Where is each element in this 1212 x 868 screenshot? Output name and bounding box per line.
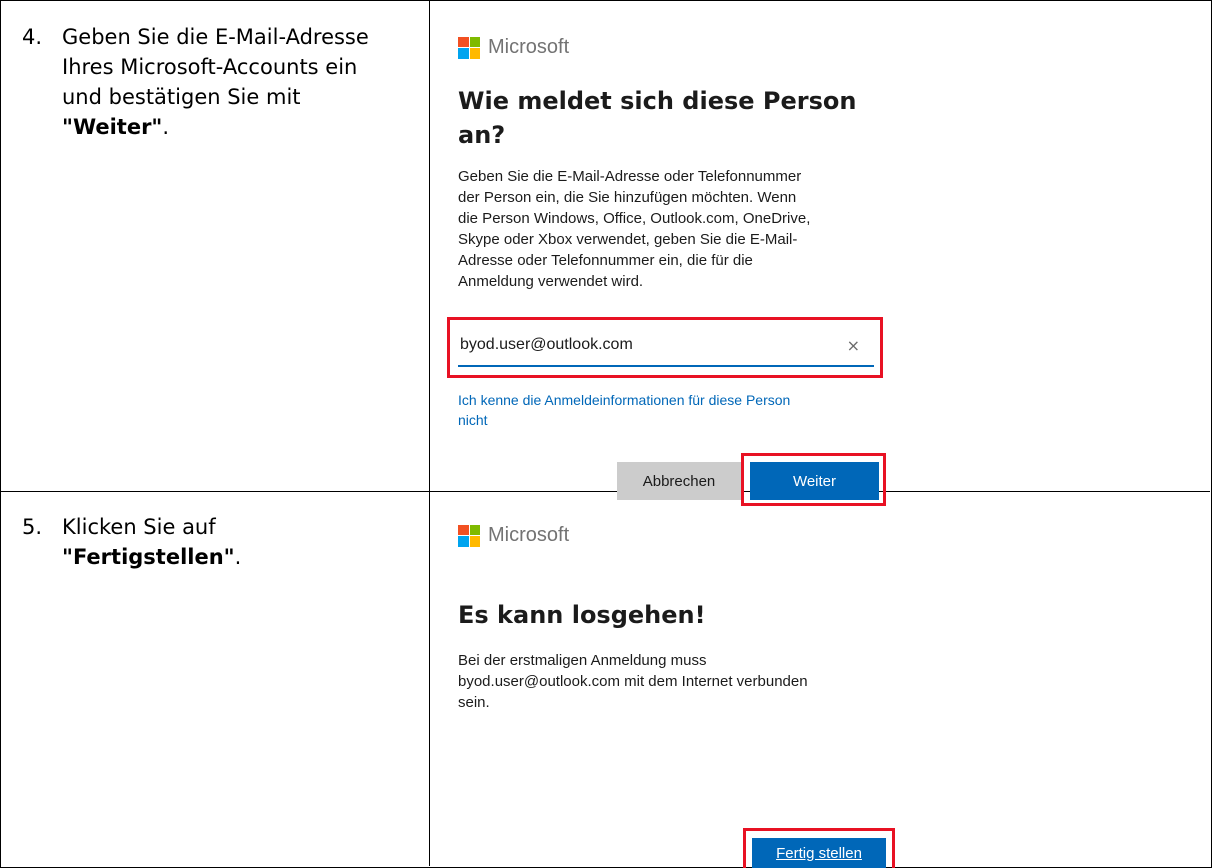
dialog-title-line: Wie meldet sich diese Person (458, 87, 857, 115)
description-line: byod.user@outlook.com mit dem Internet v… (458, 673, 808, 690)
dialog-title-line: an? (458, 121, 506, 149)
step-suffix: . (234, 545, 242, 569)
clear-icon[interactable]: × (847, 336, 860, 355)
link-line: Ich kenne die Anmeldeinformationen für d… (458, 392, 791, 408)
step-text-line: Geben Sie die E-Mail-Adresse (62, 25, 369, 49)
dialog-title: Es kann losgehen! (458, 601, 706, 629)
description-line: Adresse oder Telefonnummer ein, die für … (458, 252, 753, 269)
dialog-description: Geben Sie die E-Mail-Adresse oder Telefo… (458, 166, 810, 292)
column-divider (429, 0, 430, 866)
next-button[interactable]: Weiter (750, 462, 879, 500)
link-line: nicht (458, 412, 488, 428)
step-text-line: Klicken Sie auf (62, 515, 216, 539)
step-emphasis: "Fertigstellen" (62, 545, 235, 569)
email-field[interactable]: × (458, 325, 874, 367)
description-line: Geben Sie die E-Mail-Adresse oder Telefo… (458, 168, 802, 185)
step-text-line: und bestätigen Sie mit (62, 85, 301, 109)
step-text-line: "Weiter". (62, 112, 422, 142)
description-line: Skype oder Xbox verwendet, geben Sie die… (458, 231, 798, 248)
dialog-description: Bei der erstmaligen Anmeldung muss byod.… (458, 650, 808, 713)
step-number: 5. (22, 515, 43, 539)
finish-button[interactable]: Fertig stellen (752, 838, 886, 868)
description-line: sein. (458, 694, 490, 711)
microsoft-squares-icon (458, 524, 480, 547)
microsoft-logo: Microsoft (458, 524, 569, 547)
forgot-credentials-link[interactable]: Ich kenne die Anmeldeinformationen für d… (458, 390, 790, 430)
description-line: Anmeldung verwendet wird. (458, 273, 644, 290)
cancel-button[interactable]: Abbrechen (617, 462, 741, 500)
description-line: Bei der erstmaligen Anmeldung muss (458, 652, 707, 669)
step-text-line: "Fertigstellen". (62, 542, 422, 572)
description-line: der Person ein, die Sie hinzufügen möcht… (458, 189, 797, 206)
step-text-line: Ihres Microsoft-Accounts ein (62, 55, 358, 79)
row-divider (0, 491, 1210, 492)
microsoft-brand-text: Microsoft (488, 524, 570, 546)
step-number: 4. (22, 25, 43, 49)
step-emphasis: "Weiter" (62, 115, 163, 139)
microsoft-squares-icon (458, 36, 480, 59)
description-line: die Person Windows, Office, Outlook.com,… (458, 210, 811, 227)
email-input[interactable] (458, 336, 840, 354)
step-suffix: . (162, 115, 170, 139)
dialog-title: Wie meldet sich diese Person an? (458, 84, 856, 152)
microsoft-logo: Microsoft (458, 36, 569, 59)
microsoft-brand-text: Microsoft (488, 36, 570, 58)
